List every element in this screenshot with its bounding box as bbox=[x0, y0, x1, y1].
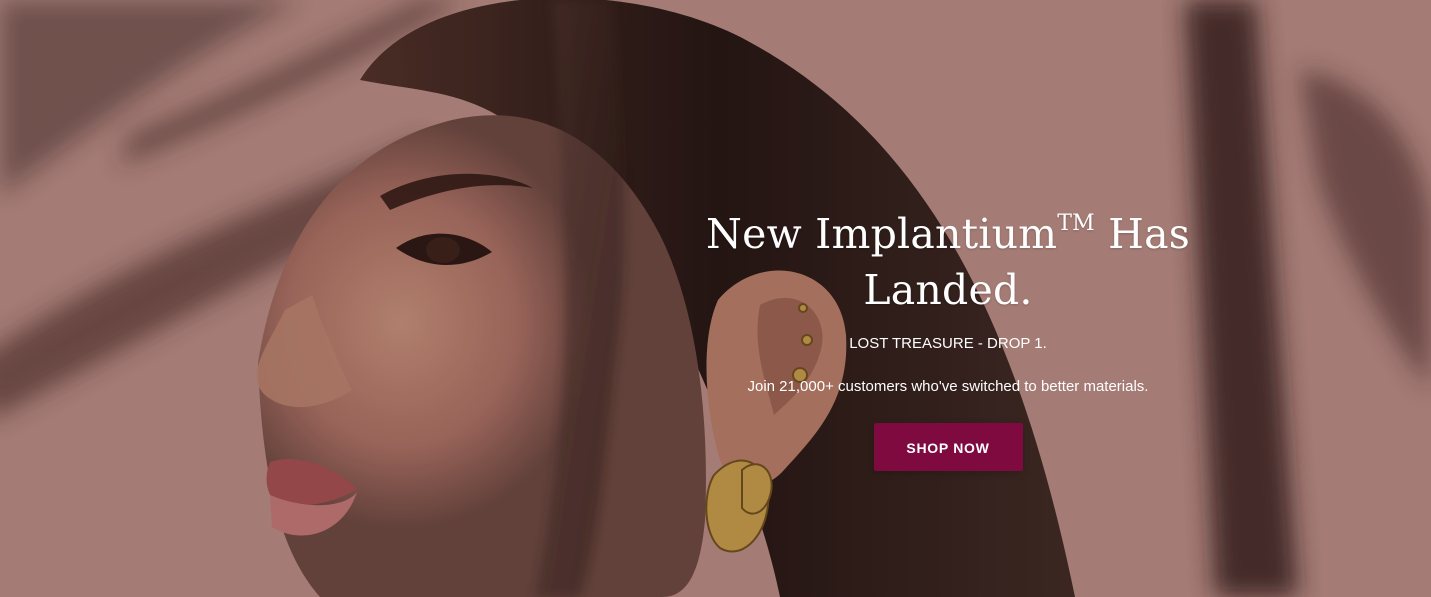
hero-banner: New ImplantiumTM Has Landed. LOST TREASU… bbox=[0, 0, 1431, 597]
hero-content: New ImplantiumTM Has Landed. LOST TREASU… bbox=[620, 196, 1276, 471]
shop-now-button[interactable]: SHOP NOW bbox=[873, 423, 1023, 471]
hero-title: New ImplantiumTM Has Landed. bbox=[620, 196, 1276, 318]
hero-title-main: New Implantium bbox=[706, 210, 1058, 258]
hero-eyebrow: LOST TREASURE - DROP 1. bbox=[849, 335, 1047, 352]
hero-subtitle: Join 21,000+ customers who've switched t… bbox=[747, 378, 1149, 395]
trademark-mark: TM bbox=[1057, 211, 1095, 236]
